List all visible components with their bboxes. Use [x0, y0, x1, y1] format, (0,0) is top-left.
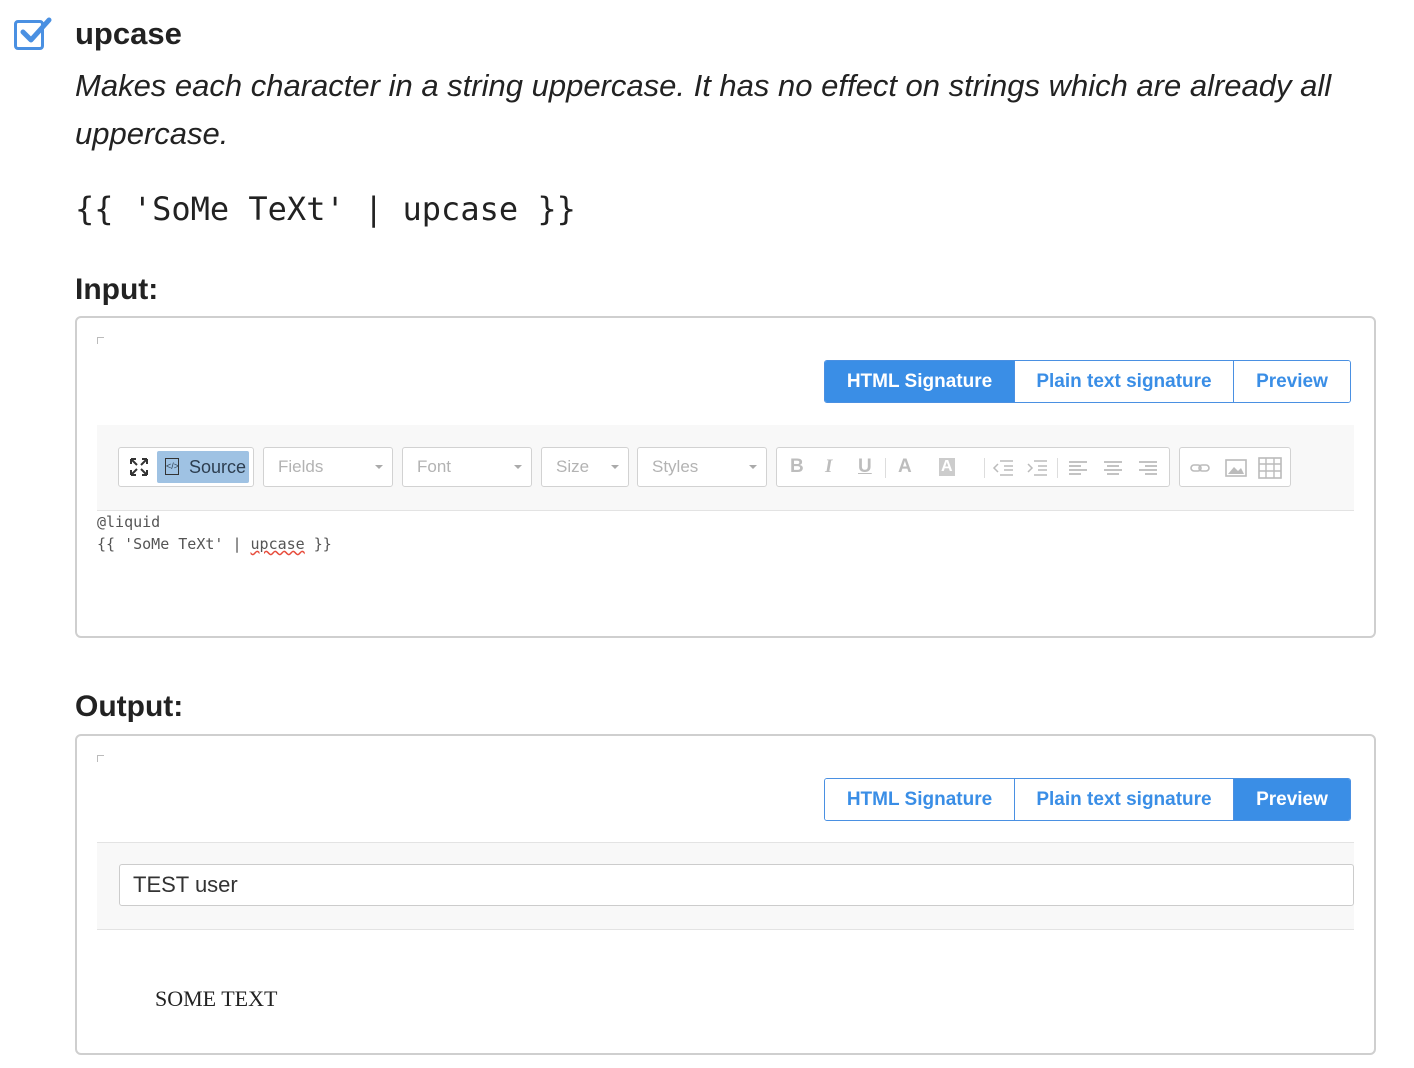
italic-button[interactable]: I	[825, 456, 832, 478]
tab-plain-text-signature[interactable]: Plain text signature	[1015, 361, 1234, 402]
font-dropdown[interactable]: Font	[402, 447, 532, 487]
chevron-down-icon	[749, 465, 757, 469]
chevron-down-icon	[611, 465, 619, 469]
styles-placeholder: Styles	[652, 457, 699, 476]
underline-button[interactable]: U	[858, 456, 872, 478]
background-color-button[interactable]: A	[939, 458, 955, 476]
filter-example-code: {{ 'SoMe TeXt' | upcase }}	[75, 190, 576, 228]
preview-user-bar: TEST user	[97, 843, 1354, 929]
toolbar-group-source: </> Source	[118, 447, 254, 487]
input-tabs: HTML Signature Plain text signature Prev…	[824, 360, 1351, 403]
input-panel: HTML Signature Plain text signature Prev…	[75, 316, 1376, 638]
enabled-checkbox[interactable]	[14, 17, 52, 50]
output-panel: HTML Signature Plain text signature Prev…	[75, 734, 1376, 1055]
output-result: SOME TEXT	[155, 986, 278, 1011]
corner-mark	[97, 337, 104, 344]
tab-html-signature[interactable]: HTML Signature	[825, 361, 1015, 402]
chevron-down-icon	[375, 465, 383, 469]
text-color-button[interactable]: A	[898, 456, 912, 478]
separator	[984, 458, 985, 478]
increase-indent-icon[interactable]	[1026, 459, 1048, 477]
chevron-down-icon	[514, 465, 522, 469]
separator	[1057, 458, 1058, 478]
filter-name: upcase	[75, 16, 182, 51]
source-icon: </>	[165, 458, 179, 475]
size-placeholder: Size	[556, 457, 590, 476]
source-line-1: @liquid	[97, 513, 161, 531]
align-center-icon[interactable]	[1103, 459, 1123, 477]
output-tabs: HTML Signature Plain text signature Prev…	[824, 778, 1351, 821]
source-line-2-end: }}	[304, 535, 332, 553]
source-editor[interactable]: @liquid {{ 'SoMe TeXt' | upcase }}	[97, 511, 332, 555]
align-left-icon[interactable]	[1068, 459, 1088, 477]
tab-plain-text-signature[interactable]: Plain text signature	[1015, 779, 1234, 820]
source-filter-word: upcase	[250, 535, 305, 553]
font-placeholder: Font	[417, 457, 452, 476]
image-icon[interactable]	[1225, 458, 1247, 478]
source-button[interactable]: </> Source	[157, 451, 249, 483]
filter-description: Makes each character in a string upperca…	[75, 68, 1332, 151]
preview-user-select[interactable]: TEST user	[119, 864, 1354, 906]
align-right-icon[interactable]	[1138, 459, 1158, 477]
check-icon	[20, 17, 52, 43]
source-line-2: {{ 'SoMe TeXt' |	[97, 535, 251, 553]
maximize-icon[interactable]	[129, 457, 149, 477]
corner-mark	[97, 755, 104, 762]
decrease-indent-icon[interactable]	[992, 459, 1014, 477]
tab-preview[interactable]: Preview	[1234, 779, 1350, 820]
fields-placeholder: Fields	[278, 457, 324, 476]
tab-html-signature[interactable]: HTML Signature	[825, 779, 1015, 820]
toolbar-group-insert	[1179, 447, 1291, 487]
input-label: Input:	[75, 273, 159, 306]
size-dropdown[interactable]: Size	[541, 447, 629, 487]
fields-dropdown[interactable]: Fields	[263, 447, 393, 487]
output-label: Output:	[75, 690, 184, 723]
link-icon[interactable]	[1190, 459, 1212, 477]
bold-button[interactable]: B	[790, 456, 804, 478]
table-icon[interactable]	[1258, 457, 1282, 479]
toolbar-group-format: B I U A A	[776, 447, 1170, 487]
separator	[885, 458, 886, 478]
divider	[97, 929, 1354, 930]
source-label: Source	[189, 457, 247, 477]
editor-toolbar: </> Source Fields Font Size Styles B I U…	[97, 425, 1354, 510]
tab-preview[interactable]: Preview	[1234, 361, 1350, 402]
styles-dropdown[interactable]: Styles	[637, 447, 767, 487]
